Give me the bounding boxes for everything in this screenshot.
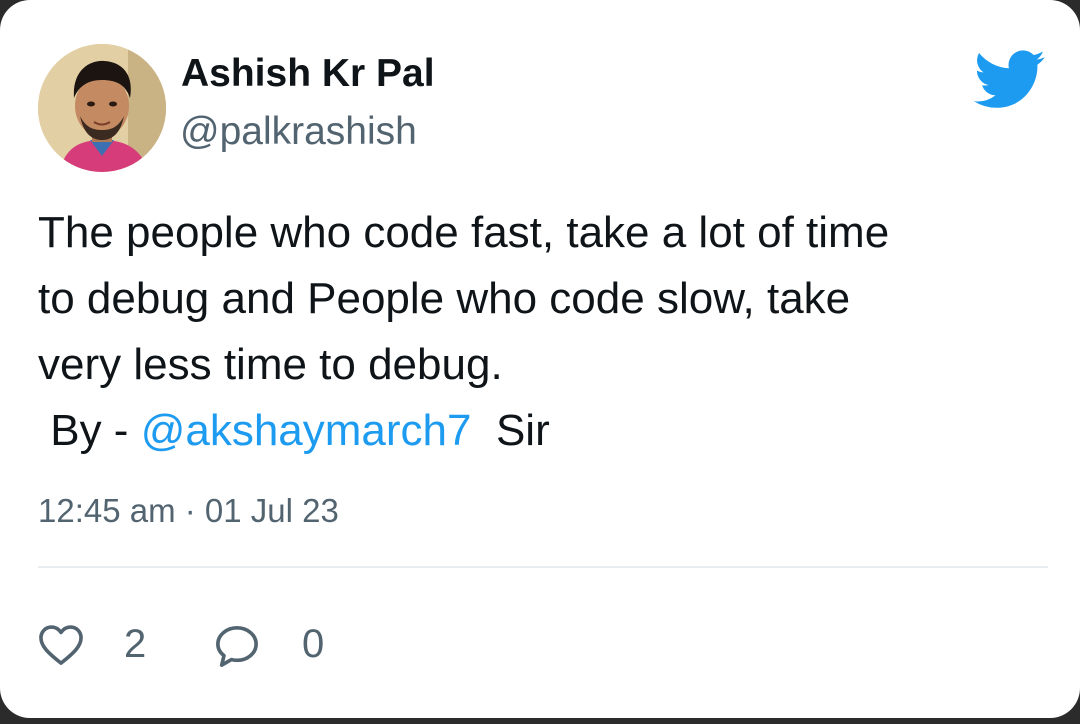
- tweet-attribution: By - @akshaymarch7 Sir: [38, 398, 1048, 464]
- timestamp[interactable]: 12:45 am · 01 Jul 23: [38, 492, 339, 530]
- speech-bubble-icon: [216, 626, 258, 667]
- tweet-text-line: The people who code fast, take a lot of …: [38, 208, 890, 257]
- avatar[interactable]: [38, 44, 166, 172]
- mention-link[interactable]: @akshaymarch7: [141, 406, 472, 455]
- attribution-prefix: By -: [50, 406, 129, 455]
- author-handle[interactable]: @palkrashish: [180, 110, 417, 154]
- reply-count: 0: [302, 622, 325, 666]
- twitter-bird-icon[interactable]: [974, 50, 1046, 110]
- like-count: 2: [124, 622, 147, 666]
- attribution-suffix: Sir: [495, 406, 550, 455]
- tweet-card: Ashish Kr Pal @palkrashish The people wh…: [0, 0, 1080, 718]
- avatar-photo: [38, 44, 166, 172]
- heart-icon: [39, 625, 83, 665]
- tweet-text-line: very less time to debug.: [38, 340, 503, 389]
- author-name[interactable]: Ashish Kr Pal: [181, 52, 435, 96]
- divider: [38, 566, 1048, 568]
- tweet-text-line: to debug and People who code slow, take: [38, 274, 851, 323]
- tweet-text: The people who code fast, take a lot of …: [38, 200, 1048, 464]
